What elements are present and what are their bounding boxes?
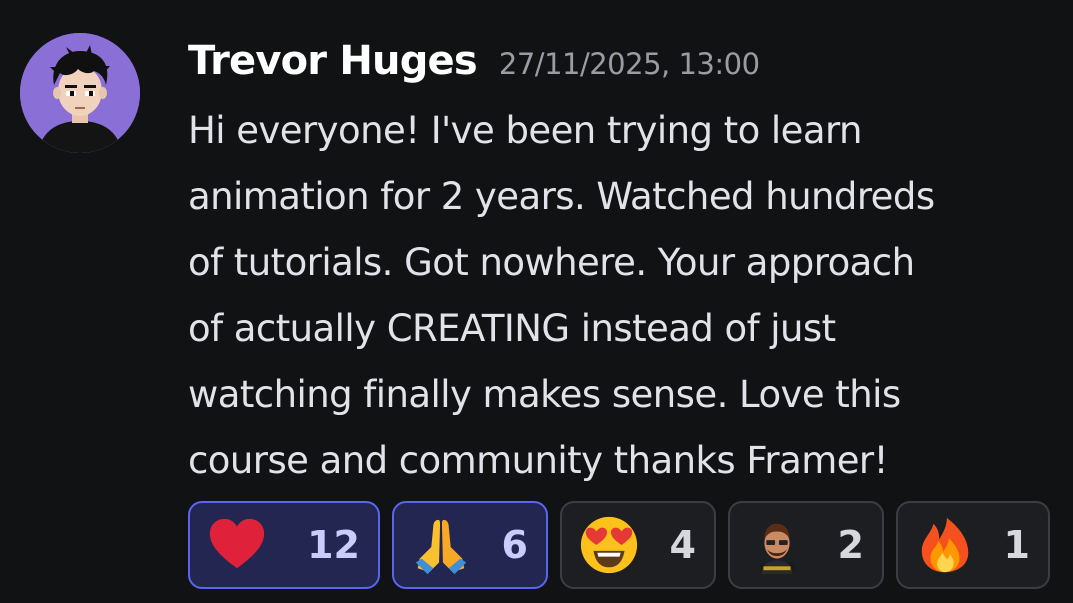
reaction-count: 2 xyxy=(837,523,864,567)
message-content: Hi everyone! I've been trying to learn a… xyxy=(188,98,1048,494)
reaction-heart-eyes-button[interactable]: 4 xyxy=(560,501,716,589)
user-avatar[interactable] xyxy=(20,33,140,153)
fire-icon xyxy=(914,514,976,576)
message-header: Trevor Huges 27/11/2025, 13:00 xyxy=(188,38,760,84)
reaction-count: 4 xyxy=(669,523,696,567)
chat-message: Trevor Huges 27/11/2025, 13:00 Hi everyo… xyxy=(0,0,1073,603)
author-name[interactable]: Trevor Huges xyxy=(188,38,478,84)
message-line: watching finally makes sense. Love this xyxy=(188,373,901,416)
red-heart-icon xyxy=(206,514,268,576)
message-line: course and community thanks Framer! xyxy=(188,439,888,482)
user-avatar-icon xyxy=(20,33,140,153)
message-timestamp: 27/11/2025, 13:00 xyxy=(498,47,760,81)
message-line: animation for 2 years. Watched hundreds xyxy=(188,175,935,218)
reaction-fire-button[interactable]: 1 xyxy=(896,501,1050,589)
message-line: of actually CREATING instead of just xyxy=(188,307,836,350)
reaction-count: 1 xyxy=(1003,523,1030,567)
message-line: Hi everyone! I've been trying to learn xyxy=(188,109,862,152)
reaction-pray-button[interactable]: 6 xyxy=(392,501,548,589)
reaction-count: 6 xyxy=(501,523,528,567)
reaction-count: 12 xyxy=(307,523,360,567)
heart-eyes-face-icon xyxy=(578,514,640,576)
reaction-custom-emoji-button[interactable]: 2 xyxy=(728,501,884,589)
reactions-bar: 12 6 4 2 1 xyxy=(188,501,1050,589)
message-line: of tutorials. Got nowhere. Your approach xyxy=(188,241,915,284)
custom-avatar-emoji-icon xyxy=(746,514,808,576)
folded-hands-icon xyxy=(410,514,472,576)
reaction-heart-button[interactable]: 12 xyxy=(188,501,380,589)
